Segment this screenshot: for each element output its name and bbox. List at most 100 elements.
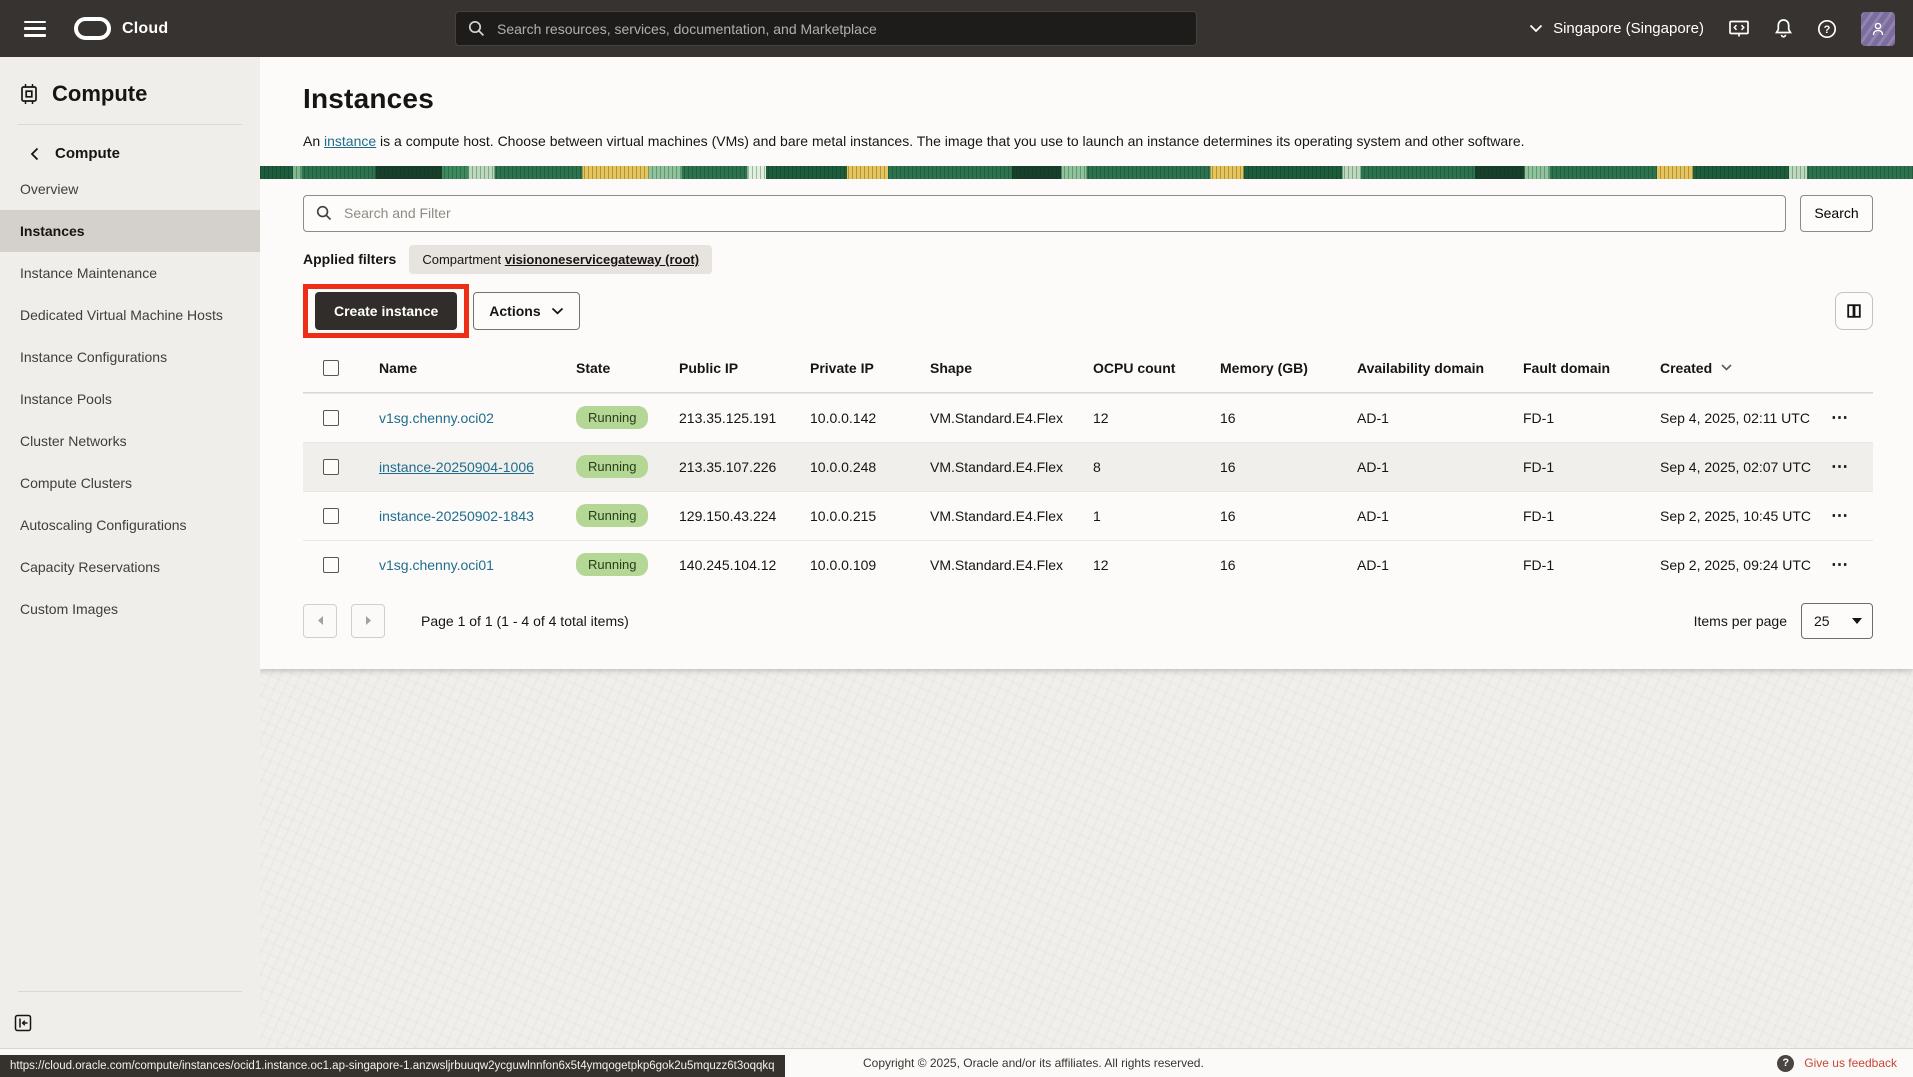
table-cell: 213.35.107.226 (665, 459, 796, 475)
sidebar-nav: OverviewInstancesInstance MaintenanceDed… (0, 168, 260, 630)
table-cell: FD-1 (1509, 459, 1646, 475)
feedback-link[interactable]: Give us feedback (1804, 1056, 1897, 1070)
row-actions-menu-button[interactable]: ⋯ (1831, 413, 1849, 423)
row-checkbox[interactable] (323, 508, 339, 524)
table-header-row: NameStatePublic IPPrivate IPShapeOCPU co… (303, 344, 1873, 393)
sidebar-item-autoscaling-configurations[interactable]: Autoscaling Configurations (0, 504, 260, 546)
table-cell: VM.Standard.E4.Flex (916, 410, 1079, 426)
sidebar-collapse-button[interactable] (14, 1014, 32, 1032)
search-and-filter-input[interactable] (342, 204, 1773, 222)
table-row: instance-20250904-1006Running213.35.107.… (303, 442, 1873, 491)
sidebar-item-instance-pools[interactable]: Instance Pools (0, 378, 260, 420)
column-settings-button[interactable] (1835, 292, 1873, 330)
row-checkbox[interactable] (323, 459, 339, 475)
help-icon[interactable]: ? (1817, 19, 1837, 39)
search-icon (468, 20, 485, 37)
instance-name-link[interactable]: instance-20250902-1843 (379, 508, 534, 524)
sidebar-item-instances[interactable]: Instances (0, 210, 260, 252)
row-actions-menu-button[interactable]: ⋯ (1831, 511, 1849, 521)
table-cell: AD-1 (1343, 459, 1509, 475)
cloud-shell-icon[interactable] (1728, 19, 1750, 39)
column-header-state: State (562, 360, 665, 376)
page-description: An instance is a compute host. Choose be… (303, 132, 1869, 151)
table-cell: 8 (1079, 459, 1206, 475)
previous-page-button[interactable] (303, 604, 337, 638)
table-cell: 10.0.0.215 (796, 508, 916, 524)
table-cell: 12 (1079, 557, 1206, 573)
status-badge: Running (576, 406, 648, 429)
instance-name-link[interactable]: v1sg.chenny.oci01 (379, 557, 494, 573)
oracle-logo-icon (74, 17, 111, 40)
sidebar-back-compute[interactable]: Compute (0, 125, 260, 168)
table-cell: Sep 4, 2025, 02:07 UTC (1646, 459, 1825, 475)
sidebar-item-compute-clusters[interactable]: Compute Clusters (0, 462, 260, 504)
column-header-availability-domain: Availability domain (1343, 360, 1509, 376)
global-search[interactable] (455, 11, 1197, 46)
search-icon (316, 205, 332, 221)
instances-card: Instances An instance is a compute host.… (260, 57, 1913, 669)
sidebar-item-overview[interactable]: Overview (0, 168, 260, 210)
items-per-page-select[interactable]: 25 (1801, 603, 1873, 639)
sidebar-item-capacity-reservations[interactable]: Capacity Reservations (0, 546, 260, 588)
instance-name-link[interactable]: instance-20250904-1006 (379, 459, 534, 475)
topbar: Cloud Singapore (Singapore) ? (0, 0, 1913, 57)
row-actions-menu-button[interactable]: ⋯ (1831, 462, 1849, 472)
table-cell: 1 (1079, 508, 1206, 524)
hamburger-menu-icon[interactable] (24, 21, 46, 37)
sidebar-title: Compute (52, 81, 147, 107)
select-all-checkbox[interactable] (323, 360, 339, 376)
search-and-filter-field[interactable] (303, 195, 1786, 232)
create-instance-button[interactable]: Create instance (315, 292, 457, 330)
sidebar-back-label: Compute (55, 145, 120, 162)
table-cell: 10.0.0.248 (796, 459, 916, 475)
status-badge: Running (576, 553, 648, 576)
status-badge: Running (576, 504, 648, 527)
compartment-filter-chip[interactable]: Compartment visiononeservicegateway (roo… (409, 245, 712, 274)
column-header-shape: Shape (916, 360, 1079, 376)
column-header-private-ip: Private IP (796, 360, 916, 376)
table-cell: 16 (1206, 410, 1343, 426)
items-per-page-label: Items per page (1694, 613, 1787, 629)
sidebar-item-custom-images[interactable]: Custom Images (0, 588, 260, 630)
row-checkbox[interactable] (323, 557, 339, 573)
table-cell: Sep 2, 2025, 09:24 UTC (1646, 557, 1825, 573)
sidebar-item-instance-configurations[interactable]: Instance Configurations (0, 336, 260, 378)
column-header-memory-gb: Memory (GB) (1206, 360, 1343, 376)
sidebar-item-dedicated-virtual-machine-hosts[interactable]: Dedicated Virtual Machine Hosts (0, 294, 260, 336)
table-cell: VM.Standard.E4.Flex (916, 557, 1079, 573)
oracle-cloud-logo[interactable]: Cloud (74, 17, 168, 40)
row-actions-menu-button[interactable]: ⋯ (1831, 560, 1849, 570)
main-content: Instances An instance is a compute host.… (260, 57, 1913, 1048)
sort-descending-icon[interactable] (1721, 364, 1732, 371)
table-cell: 16 (1206, 508, 1343, 524)
compute-chip-icon (18, 83, 40, 105)
sidebar-item-cluster-networks[interactable]: Cluster Networks (0, 420, 260, 462)
search-button[interactable]: Search (1800, 195, 1873, 232)
notifications-bell-icon[interactable] (1774, 18, 1793, 39)
chevron-left-icon (30, 147, 39, 161)
chevron-down-icon (1529, 24, 1543, 33)
actions-dropdown-button[interactable]: Actions (473, 292, 579, 330)
table-cell: 129.150.43.224 (665, 508, 796, 524)
svg-text:?: ? (1824, 24, 1831, 36)
global-search-input[interactable] (495, 20, 1184, 38)
chevron-down-icon (551, 307, 564, 315)
instance-name-link[interactable]: v1sg.chenny.oci02 (379, 410, 494, 426)
table-cell: AD-1 (1343, 557, 1509, 573)
row-checkbox[interactable] (323, 410, 339, 426)
column-header-created: Created (1646, 360, 1825, 376)
table-cell: 10.0.0.142 (796, 410, 916, 426)
table-cell: Sep 2, 2025, 10:45 UTC (1646, 508, 1825, 524)
region-label: Singapore (Singapore) (1553, 20, 1704, 37)
instance-doc-link[interactable]: instance (324, 133, 376, 149)
footer-help-icon[interactable]: ? (1777, 1055, 1794, 1072)
region-selector[interactable]: Singapore (Singapore) (1529, 20, 1704, 37)
compartment-filter-value: visiononeservicegateway (root) (505, 252, 699, 267)
sidebar-item-instance-maintenance[interactable]: Instance Maintenance (0, 252, 260, 294)
user-avatar[interactable] (1861, 12, 1895, 46)
arrow-right-icon (364, 615, 373, 626)
page-title: Instances (303, 83, 1869, 115)
copyright-text: Copyright © 2025, Oracle and/or its affi… (863, 1056, 1204, 1070)
table-cell: AD-1 (1343, 410, 1509, 426)
next-page-button[interactable] (351, 604, 385, 638)
